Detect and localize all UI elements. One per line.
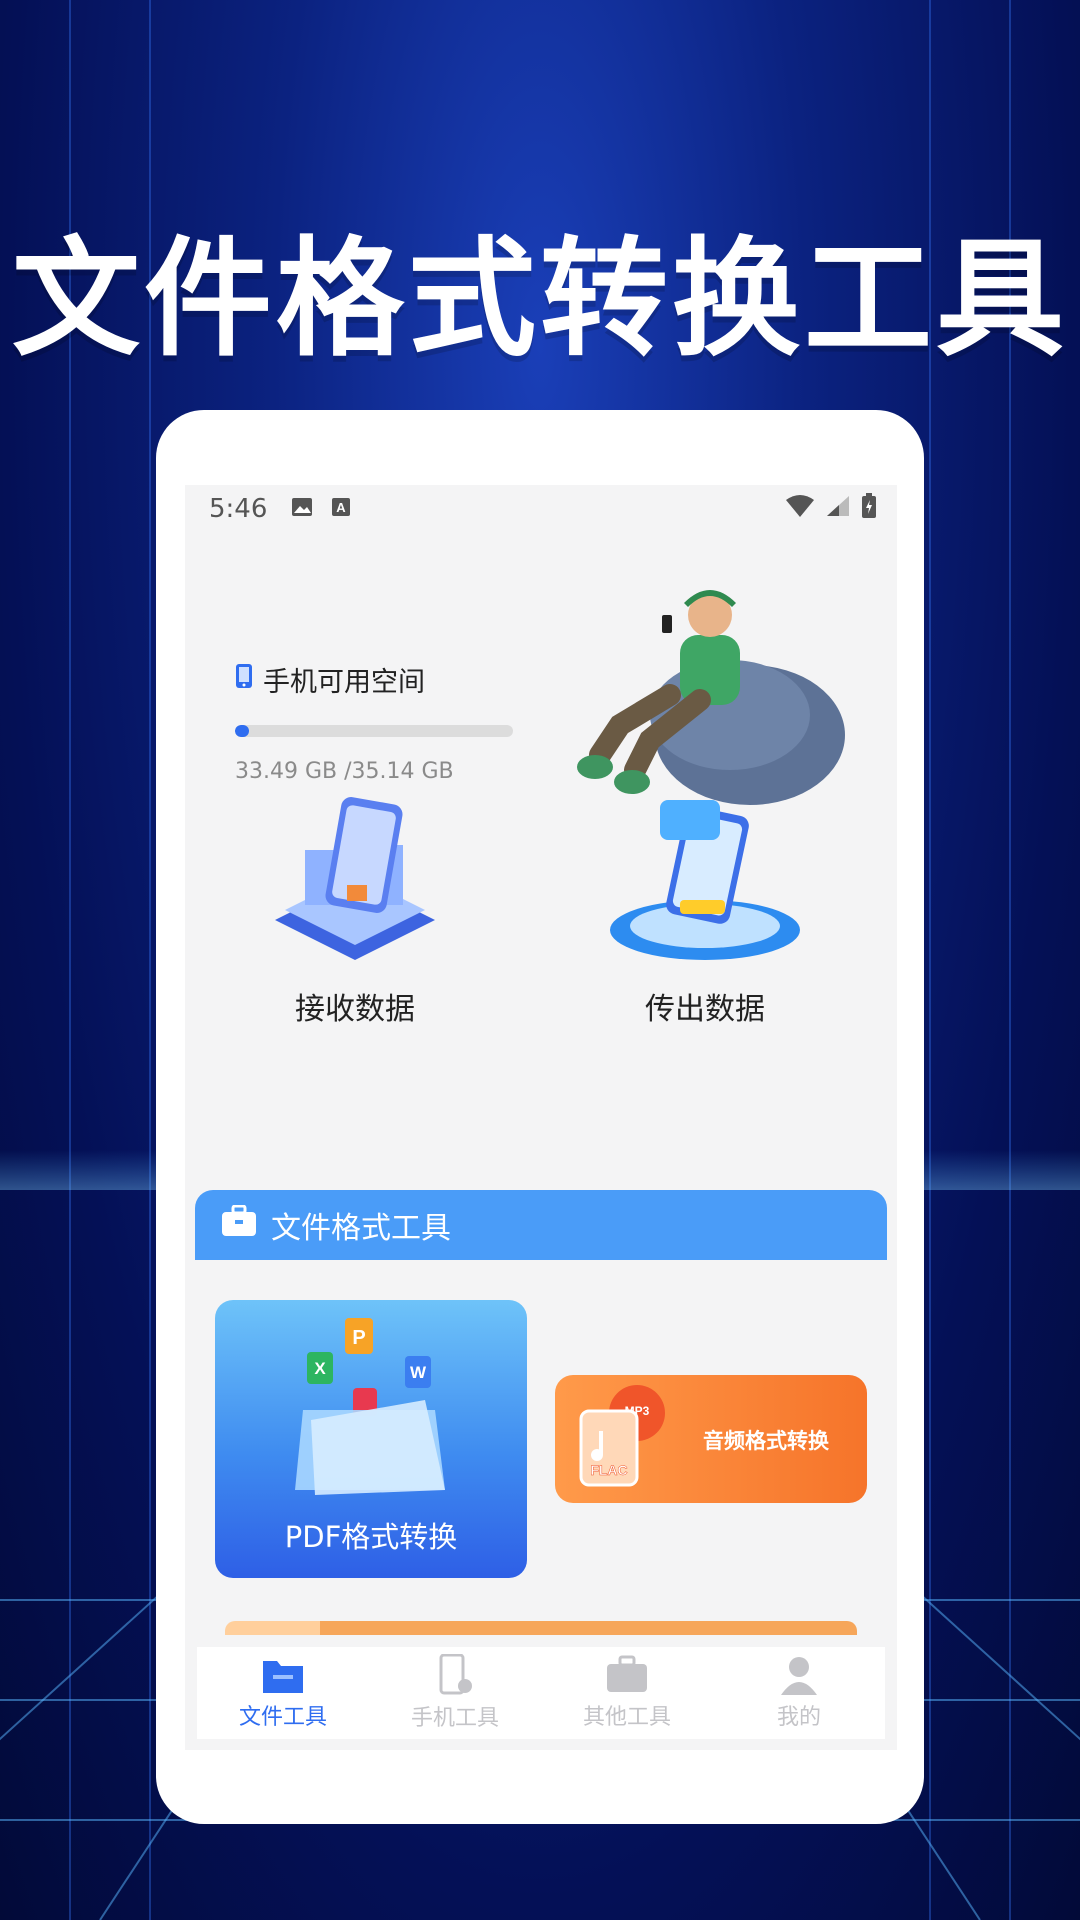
status-time: 5:46: [209, 494, 268, 524]
toolbox-icon: [607, 1655, 647, 1692]
storage-progress-bar: [235, 725, 513, 737]
tile-receive-label: 接收数据: [295, 992, 415, 1027]
text-a-icon: A: [331, 494, 351, 524]
phone-icon: [235, 663, 253, 696]
receive-data-illustration: [275, 797, 435, 960]
storage-title: 手机可用空间: [263, 667, 425, 698]
tab-file-tools-label: 文件工具: [238, 1705, 327, 1730]
tab-other-tools-label: 其他工具: [582, 1705, 671, 1730]
send-data-illustration: [610, 800, 800, 960]
headline: 文件格式转换工具: [11, 225, 1068, 374]
storage-total: /35.14 GB: [344, 759, 454, 784]
folder-files-illustration: P X W: [295, 1318, 445, 1495]
tile-send-label: 传出数据: [645, 992, 765, 1027]
wifi-icon: [785, 494, 815, 525]
audio-file-icon: MP3 FLAC: [579, 1385, 665, 1487]
pdf-convert-label: PDF格式转换: [284, 1520, 458, 1554]
next-card-peek: [225, 1621, 857, 1635]
person-beanbag-illustration: [577, 590, 845, 805]
tab-phone-tools-label: 手机工具: [410, 1706, 499, 1731]
section-title: 文件格式工具: [271, 1211, 451, 1246]
briefcase-icon: [221, 1204, 257, 1245]
folder-icon: [263, 1661, 303, 1693]
image-icon: [291, 494, 313, 524]
tab-phone-tools[interactable]: 手机工具: [369, 1647, 541, 1739]
storage-text: 33.49 GB /35.14 GB: [235, 759, 525, 784]
storage-used: 33.49 GB: [235, 759, 338, 784]
app-screen: 5:46 A 手机可用空间 33.49 GB /35.14 GB 接收数据 传出…: [185, 485, 897, 1750]
audio-convert-label: 音频格式转换: [703, 1429, 829, 1453]
section-header: 文件格式工具: [195, 1190, 887, 1260]
audio-convert-card[interactable]: MP3 FLAC 音频格式转换: [555, 1375, 867, 1503]
bottom-tab-bar: 文件工具 手机工具 其他工具 我的: [197, 1647, 885, 1739]
tile-send-data[interactable]: 传出数据: [605, 790, 805, 1028]
tab-file-tools[interactable]: 文件工具: [197, 1647, 369, 1739]
user-icon: [781, 1657, 817, 1695]
storage-panel: 手机可用空间 33.49 GB /35.14 GB: [235, 660, 525, 784]
pdf-w-letter: W: [410, 1363, 427, 1382]
tab-mine-label: 我的: [776, 1705, 821, 1730]
status-bar: 5:46 A: [185, 485, 897, 533]
tab-other-tools[interactable]: 其他工具: [541, 1647, 713, 1739]
cell-signal-icon: [825, 494, 851, 525]
pdf-x-letter: X: [314, 1359, 326, 1378]
pdf-p-letter: P: [352, 1327, 365, 1349]
svg-text:A: A: [337, 500, 347, 515]
pdf-convert-card[interactable]: P X W PDF格式转换: [215, 1300, 527, 1578]
storage-progress-fill: [235, 725, 249, 737]
tab-mine[interactable]: 我的: [713, 1647, 885, 1739]
storage-title-row: 手机可用空间: [235, 660, 525, 699]
phone-settings-icon: [439, 1654, 472, 1695]
battery-icon: [861, 492, 877, 526]
tile-receive-data[interactable]: 接收数据: [255, 790, 455, 1028]
flac-badge: FLAC: [590, 1462, 627, 1478]
